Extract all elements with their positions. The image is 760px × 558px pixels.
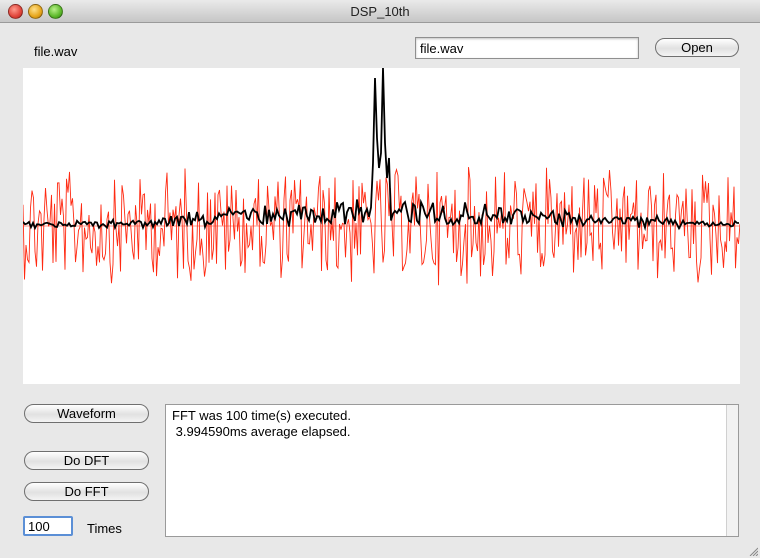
signal-plot-canvas	[22, 67, 741, 286]
do-dft-button[interactable]: Do DFT	[24, 451, 149, 470]
waveform-button[interactable]: Waveform	[24, 404, 149, 423]
do-fft-button[interactable]: Do FFT	[24, 482, 149, 501]
open-button[interactable]: Open	[655, 38, 739, 57]
log-line: FFT was 100 time(s) executed.	[172, 408, 351, 423]
resize-grip-icon[interactable]	[748, 546, 758, 556]
signal-plot	[22, 67, 741, 384]
app-window: DSP_10th file.wav Open Waveform Do DFT D…	[0, 0, 760, 558]
log-scrollbar[interactable]	[726, 405, 738, 536]
window-title: DSP_10th	[350, 4, 410, 19]
file-path-input[interactable]	[415, 37, 639, 59]
output-log[interactable]: FFT was 100 time(s) executed. 3.994590ms…	[165, 404, 739, 537]
log-line: 3.994590ms average elapsed.	[172, 424, 351, 439]
times-input[interactable]	[23, 516, 73, 536]
times-label: Times	[87, 521, 122, 536]
title-bar[interactable]: DSP_10th	[0, 0, 760, 23]
file-name-label: file.wav	[34, 44, 78, 59]
